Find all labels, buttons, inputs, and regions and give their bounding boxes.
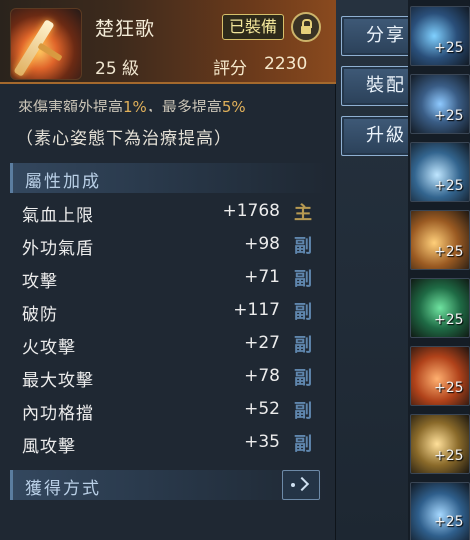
- attribute-name: 火攻擊: [22, 338, 76, 358]
- equipment-slot[interactable]: [410, 278, 470, 338]
- sub-stat-tag: 副: [294, 335, 312, 356]
- equipped-badge: 已裝備: [222, 14, 285, 40]
- sub-stat-tag: 副: [294, 302, 312, 323]
- arrow-right-icon: [294, 476, 310, 492]
- equipment-slot[interactable]: [410, 74, 470, 134]
- desc-text-b: ，最多提高: [146, 99, 222, 112]
- attribute-row: 最大攻擊 +78 副: [0, 362, 336, 395]
- attribute-name: 攻擊: [22, 272, 58, 292]
- item-header: 楚狂歌 已裝備 25 級 評分 2230: [0, 0, 336, 84]
- sub-stat-tag: 副: [294, 368, 312, 389]
- slot-level-label: +25: [434, 448, 464, 464]
- equipment-slot[interactable]: [410, 482, 470, 540]
- attribute-name: 內功格擋: [22, 404, 94, 424]
- lock-icon[interactable]: [291, 12, 321, 42]
- attribute-name: 外功氣盾: [22, 239, 94, 259]
- desc-highlight-a: 1%: [123, 99, 147, 112]
- attribute-row: 破防 +117 副: [0, 296, 336, 329]
- equipment-slot[interactable]: [410, 346, 470, 406]
- slot-level-label: +25: [434, 514, 464, 530]
- attribute-value: +78: [244, 366, 280, 386]
- attribute-value: +27: [244, 333, 280, 353]
- source-title: 獲得方式: [25, 479, 101, 499]
- equipment-slot[interactable]: [410, 6, 470, 66]
- item-detail-panel: 楚狂歌 已裝備 25 級 評分 2230 來傷害額外提高1%，最多提高5% （素…: [0, 0, 336, 540]
- item-level: 25 級: [95, 59, 140, 79]
- score-label: 評分: [213, 59, 247, 79]
- attribute-value: +1768: [222, 201, 280, 221]
- attribute-value: +35: [244, 432, 280, 452]
- attribute-row: 外功氣盾 +98 副: [0, 230, 336, 263]
- slot-level-label: +25: [434, 244, 464, 260]
- slot-level-label: +25: [434, 380, 464, 396]
- source-section-header: 獲得方式: [10, 470, 328, 500]
- slot-level-label: +25: [434, 178, 464, 194]
- equipment-slot[interactable]: [410, 210, 470, 270]
- slot-level-label: +25: [434, 108, 464, 124]
- score-value: 2230: [264, 54, 308, 74]
- attribute-value: +117: [233, 300, 280, 320]
- equipment-slot[interactable]: [410, 414, 470, 474]
- attribute-name: 氣血上限: [22, 206, 94, 226]
- slot-level-label: +25: [434, 312, 464, 328]
- attribute-name: 最大攻擊: [22, 371, 94, 391]
- attribute-name: 風攻擊: [22, 437, 76, 457]
- main-stat-tag: 主: [294, 203, 312, 224]
- desc-text-a: 來傷害額外提高: [18, 99, 124, 112]
- attribute-row: 內功格擋 +52 副: [0, 395, 336, 428]
- attributes-section-header: 屬性加成: [10, 163, 328, 193]
- sub-stat-tag: 副: [294, 434, 312, 455]
- attributes-title: 屬性加成: [25, 172, 101, 192]
- desc-highlight-b: 5%: [221, 99, 246, 112]
- source-goto-button[interactable]: [282, 470, 320, 500]
- attribute-value: +71: [244, 267, 280, 287]
- item-description-partial: 來傷害額外提高1%，最多提高5%: [18, 99, 328, 112]
- item-description-note: （素心姿態下為治療提高）: [16, 129, 232, 149]
- attribute-row: 風攻擊 +35 副: [0, 428, 336, 461]
- sub-stat-tag: 副: [294, 269, 312, 290]
- attribute-row: 火攻擊 +27 副: [0, 329, 336, 362]
- sub-stat-tag: 副: [294, 236, 312, 257]
- attribute-name: 破防: [22, 305, 58, 325]
- attribute-value: +52: [244, 399, 280, 419]
- slot-level-label: +25: [434, 40, 464, 56]
- attribute-value: +98: [244, 234, 280, 254]
- attribute-row: 氣血上限 +1768 主: [0, 197, 336, 230]
- weapon-icon: [10, 8, 82, 80]
- item-name: 楚狂歌: [95, 18, 156, 40]
- sub-stat-tag: 副: [294, 401, 312, 422]
- attribute-row: 攻擊 +71 副: [0, 263, 336, 296]
